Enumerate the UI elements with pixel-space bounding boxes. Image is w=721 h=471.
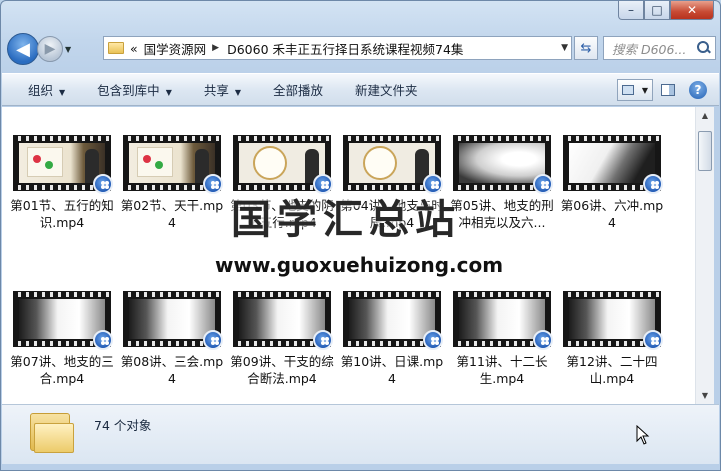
scroll-down-icon[interactable]: ▼ — [699, 391, 711, 400]
scroll-up-icon[interactable]: ▲ — [699, 111, 711, 120]
view-controls: ▼ ? — [617, 79, 711, 101]
file-item[interactable]: 第06讲、六冲.mp4 — [560, 135, 664, 231]
file-name: 第09讲、干支的综合断法.mp4 — [230, 354, 334, 386]
search-input[interactable]: 搜索 D606... — [612, 39, 697, 58]
video-thumbnail — [343, 135, 443, 194]
play-all-button[interactable]: 全部播放 — [257, 80, 339, 99]
file-item[interactable]: 第08讲、三会.mp4 — [120, 291, 224, 387]
share-menu[interactable]: 共享 ▼ — [188, 80, 257, 99]
forward-button[interactable]: ▶ — [37, 36, 63, 62]
file-name: 第08讲、三会.mp4 — [120, 354, 224, 386]
media-player-icon — [203, 174, 223, 194]
file-name: 第05讲、地支的刑冲相克以及六... — [450, 198, 554, 230]
media-player-icon — [533, 330, 553, 350]
media-player-icon — [533, 174, 553, 194]
change-view-button[interactable]: ▼ — [617, 79, 653, 101]
media-player-icon — [93, 330, 113, 350]
file-item[interactable]: 第05讲、地支的刑冲相克以及六... — [450, 135, 554, 231]
file-item[interactable]: 第01节、五行的知识.mp4 — [10, 135, 114, 231]
new-folder-button[interactable]: 新建文件夹 — [339, 80, 434, 99]
navigation-bar: ◀ ▶ ▼ « 国学资源网 ▶ D6060 禾丰正五行择日系统课程视频74集 ▼… — [7, 31, 716, 67]
include-in-library-menu[interactable]: 包含到库中 ▼ — [81, 80, 188, 99]
video-thumbnail — [343, 291, 443, 350]
file-item[interactable]: 第10讲、日课.mp4 — [340, 291, 444, 387]
search-box[interactable]: 搜索 D606... — [603, 36, 716, 60]
address-overflow[interactable]: « — [130, 41, 138, 56]
item-count: 74 个对象 — [94, 418, 152, 433]
back-button[interactable]: ◀ — [7, 33, 39, 65]
watermark-url: www.guoxuehuizong.com — [215, 253, 504, 277]
chevron-down-icon: ▼ — [641, 85, 649, 95]
video-thumbnail — [13, 291, 113, 350]
media-player-icon — [643, 330, 663, 350]
video-thumbnail — [563, 135, 663, 194]
video-thumbnail — [123, 291, 223, 350]
explorer-window: – □ ✕ ◀ ▶ ▼ « 国学资源网 ▶ D6060 禾丰正五行择日系统课程视… — [0, 0, 721, 471]
chevron-down-icon: ▼ — [234, 88, 242, 97]
preview-pane-icon — [661, 84, 675, 96]
file-item[interactable]: 第02节、天干.mp4 — [120, 135, 224, 231]
file-name: 第07讲、地支的三合.mp4 — [10, 354, 114, 386]
scroll-thumb[interactable] — [698, 131, 712, 171]
file-name: 第06讲、六冲.mp4 — [560, 198, 664, 230]
breadcrumb-root[interactable]: 国学资源网 — [144, 39, 207, 58]
file-name: 第02节、天干.mp4 — [120, 198, 224, 230]
file-item[interactable]: 第11讲、十二长生.mp4 — [450, 291, 554, 387]
media-player-icon — [203, 330, 223, 350]
video-thumbnail — [453, 135, 553, 194]
video-thumbnail — [453, 291, 553, 350]
refresh-button[interactable]: ⇆ — [574, 36, 598, 60]
address-dropdown-icon[interactable]: ▼ — [561, 43, 568, 53]
organize-label: 组织 — [28, 83, 54, 98]
folder-icon — [108, 42, 124, 54]
chevron-down-icon: ▼ — [165, 88, 172, 97]
share-label: 共享 — [203, 83, 229, 98]
breadcrumb-current[interactable]: D6060 禾丰正五行择日系统课程视频74集 — [227, 39, 463, 58]
media-player-icon — [423, 330, 443, 350]
media-player-icon — [643, 174, 663, 194]
maximize-button[interactable]: □ — [644, 1, 670, 20]
video-thumbnail — [563, 291, 663, 350]
address-bar[interactable]: « 国学资源网 ▶ D6060 禾丰正五行择日系统课程视频74集 ▼ — [103, 36, 572, 60]
view-icon — [621, 85, 634, 95]
video-thumbnail — [233, 291, 333, 350]
file-item[interactable]: 第09讲、干支的综合断法.mp4 — [230, 291, 334, 387]
media-player-icon — [313, 330, 333, 350]
include-library-label: 包含到库中 — [97, 83, 160, 98]
watermark-title: 国学汇总站 — [231, 196, 461, 243]
file-name: 第11讲、十二长生.mp4 — [456, 354, 548, 386]
organize-menu[interactable]: 组织 ▼ — [12, 80, 81, 99]
folder-icon — [30, 413, 74, 453]
breadcrumb-separator-icon[interactable]: ▶ — [212, 43, 219, 53]
video-thumbnail — [13, 135, 113, 194]
command-bar: 组织 ▼ 包含到库中 ▼ 共享 ▼ 全部播放 新建文件夹 ▼ ? — [2, 73, 719, 106]
preview-pane-button[interactable] — [657, 79, 679, 101]
vertical-scrollbar[interactable]: ▲ ▼ — [695, 107, 714, 404]
video-thumbnail — [123, 135, 223, 194]
help-button[interactable]: ? — [689, 81, 707, 99]
recent-pages-dropdown[interactable]: ▼ — [65, 45, 77, 54]
search-icon[interactable] — [697, 41, 711, 55]
file-name: 第01节、五行的知识.mp4 — [10, 198, 114, 230]
close-button[interactable]: ✕ — [670, 1, 714, 20]
media-player-icon — [93, 174, 113, 194]
video-thumbnail — [233, 135, 333, 194]
details-pane: 74 个对象 — [2, 404, 719, 464]
file-item[interactable]: 第12讲、二十四山.mp4 — [560, 291, 664, 387]
file-name: 第12讲、二十四山.mp4 — [566, 354, 658, 386]
file-name: 第10讲、日课.mp4 — [340, 354, 444, 386]
caption-buttons: – □ ✕ — [618, 1, 714, 20]
chevron-down-icon: ▼ — [59, 88, 66, 97]
minimize-button[interactable]: – — [618, 1, 644, 20]
file-item[interactable]: 第07讲、地支的三合.mp4 — [10, 291, 114, 387]
